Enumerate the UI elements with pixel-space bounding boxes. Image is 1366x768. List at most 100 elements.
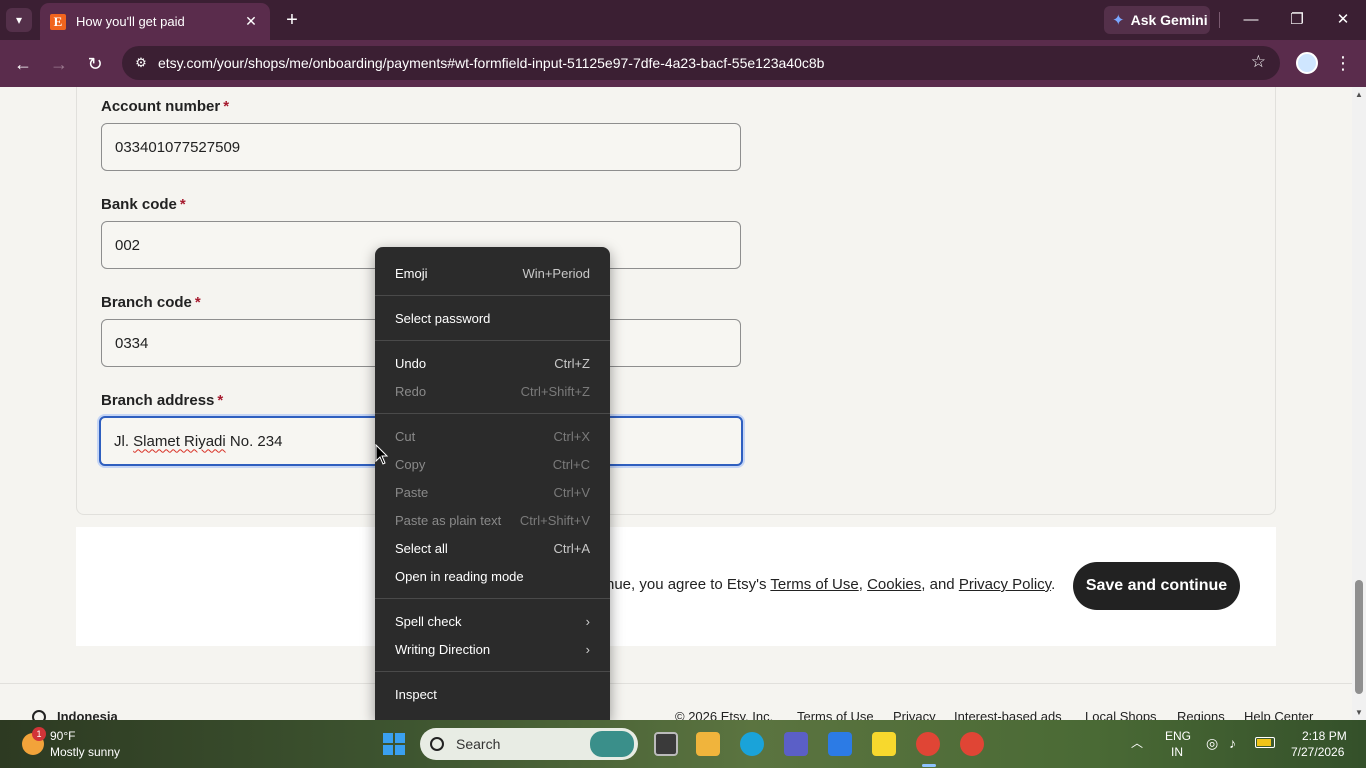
menu-shortcut: Ctrl+C <box>552 456 590 472</box>
menu-item-select-password[interactable]: Select password <box>375 304 610 332</box>
edge-browser-icon[interactable] <box>740 732 764 756</box>
branch-code-label-text: Branch code <box>101 294 192 311</box>
menu-shortcut: Ctrl+Shift+Z <box>520 383 590 399</box>
scroll-up-arrow-icon[interactable]: ▲ <box>1355 90 1363 99</box>
site-info-icon[interactable]: ⚙ <box>130 52 152 74</box>
required-marker: * <box>223 98 230 115</box>
save-and-continue-button[interactable]: Save and continue <box>1073 562 1240 610</box>
account-number-input[interactable]: 033401077527509 <box>101 123 741 171</box>
terms-of-use-link[interactable]: Terms of Use <box>770 576 858 593</box>
clock-time[interactable]: 2:18 PM <box>1302 729 1347 743</box>
required-marker: * <box>217 392 224 409</box>
start-tile <box>395 745 405 755</box>
etsy-favicon-icon: E <box>50 13 66 30</box>
footer-link-regions[interactable]: Regions <box>1177 709 1225 720</box>
sticky-notes-icon[interactable] <box>872 732 896 756</box>
maximize-window-icon[interactable]: ❐ <box>1282 8 1312 32</box>
footer-link-terms[interactable]: Terms of Use <box>797 709 874 720</box>
windows-start-icon[interactable] <box>383 733 405 755</box>
bookmark-star-icon[interactable]: ☆ <box>1251 52 1266 72</box>
account-number-label-text: Account number <box>101 98 221 115</box>
misspelled-word: Slamet Riyadi <box>133 432 226 450</box>
menu-item-paste: Paste Ctrl+V <box>375 478 610 506</box>
scroll-down-arrow-icon[interactable]: ▼ <box>1355 708 1363 717</box>
tab-title: How you'll get paid <box>76 14 185 29</box>
camera-app-icon[interactable] <box>828 732 852 756</box>
menu-item-reading-mode[interactable]: Open in reading mode <box>375 562 610 590</box>
menu-item-spell-check[interactable]: Spell check › <box>375 607 610 635</box>
cookies-link[interactable]: Cookies <box>867 576 921 593</box>
menu-label: Select password <box>395 310 491 326</box>
mouse-pointer-icon <box>375 444 389 465</box>
page-scrollbar[interactable]: ▲ ▼ <box>1352 87 1366 720</box>
footer-divider <box>0 683 1352 684</box>
chrome-profile-icon[interactable] <box>960 732 984 756</box>
branch-address-suffix: No. 234 <box>229 432 283 450</box>
region-selector[interactable]: Indonesia <box>57 709 118 720</box>
branch-address-label: Branch address * <box>101 392 223 409</box>
back-arrow-icon[interactable]: ← <box>11 52 35 76</box>
menu-separator <box>375 598 610 599</box>
taskbar-search-box[interactable]: Search <box>420 728 638 760</box>
address-bar[interactable]: ⚙ etsy.com/your/shops/me/onboarding/paym… <box>122 46 1280 80</box>
menu-label: Cut <box>395 428 416 444</box>
search-placeholder: Search <box>456 736 501 752</box>
tab-active[interactable]: E How you'll get paid ✕ <box>40 3 270 40</box>
menu-item-writing-direction[interactable]: Writing Direction › <box>375 635 610 663</box>
account-number-label: Account number * <box>101 98 229 115</box>
clock-date[interactable]: 7/27/2026 <box>1291 745 1344 759</box>
menu-item-inspect[interactable]: Inspect <box>375 680 610 708</box>
new-tab-button[interactable]: + <box>280 9 304 31</box>
input-language[interactable]: ENG <box>1165 729 1191 743</box>
forward-arrow-icon[interactable]: → <box>47 52 71 76</box>
reload-icon[interactable]: ↻ <box>83 52 107 76</box>
footer-link-local-shops[interactable]: Local Shops <box>1085 709 1157 720</box>
close-window-icon[interactable]: ✕ <box>1328 8 1358 32</box>
menu-label: Select all <box>395 540 448 556</box>
menu-item-cut: Cut Ctrl+X <box>375 422 610 450</box>
branch-address-label-text: Branch address <box>101 392 215 409</box>
submenu-chevron-icon: › <box>585 613 590 629</box>
menu-separator <box>375 340 610 341</box>
minimize-window-icon[interactable]: — <box>1236 8 1266 32</box>
comma: , <box>858 576 863 593</box>
close-tab-icon[interactable]: ✕ <box>242 13 260 30</box>
input-region[interactable]: IN <box>1171 745 1183 759</box>
footer-link-interest-ads[interactable]: Interest-based ads <box>954 709 1062 720</box>
scrollbar-thumb[interactable] <box>1355 580 1363 694</box>
menu-label: Writing Direction <box>395 641 491 657</box>
volume-icon[interactable]: ♪ <box>1229 735 1236 751</box>
required-marker: * <box>194 294 201 311</box>
footer-link-help-center[interactable]: Help Center <box>1244 709 1313 720</box>
browser-tab-bar: ▾ E How you'll get paid ✕ + ✦ Ask Gemini… <box>0 0 1366 40</box>
weather-temperature[interactable]: 90°F <box>50 729 75 743</box>
tray-overflow-chevron-icon[interactable]: ︿ <box>1131 734 1143 751</box>
menu-item-emoji[interactable]: Emoji Win+Period <box>375 259 610 287</box>
file-explorer-icon[interactable] <box>696 732 720 756</box>
profile-avatar[interactable] <box>1296 52 1318 74</box>
menu-shortcut: Win+Period <box>522 265 590 281</box>
weather-badge: 1 <box>32 727 46 741</box>
required-marker: * <box>179 196 186 213</box>
footer-link-privacy[interactable]: Privacy <box>893 709 936 720</box>
globe-icon <box>32 710 46 720</box>
search-highlight-image <box>590 731 634 757</box>
chrome-browser-icon[interactable] <box>916 732 940 756</box>
menu-label: Paste <box>395 484 429 500</box>
privacy-policy-link[interactable]: Privacy Policy <box>959 576 1051 593</box>
battery-icon[interactable] <box>1255 737 1275 748</box>
menu-separator <box>375 295 610 296</box>
weather-description[interactable]: Mostly sunny <box>50 745 120 759</box>
legal-agreement-text: nue, you agree to Etsy's Terms of Use, C… <box>606 576 1055 593</box>
tab-search-dropdown-icon[interactable]: ▾ <box>6 8 32 32</box>
network-globe-icon[interactable]: ◎ <box>1206 735 1218 752</box>
battery-level <box>1257 739 1271 746</box>
menu-label: Inspect <box>395 686 437 702</box>
url-text[interactable]: etsy.com/your/shops/me/onboarding/paymen… <box>158 55 824 71</box>
menu-item-undo[interactable]: Undo Ctrl+Z <box>375 349 610 377</box>
ask-gemini-button[interactable]: ✦ Ask Gemini <box>1104 6 1210 34</box>
menu-item-select-all[interactable]: Select all Ctrl+A <box>375 534 610 562</box>
shield-app-icon[interactable] <box>784 732 808 756</box>
task-view-icon[interactable] <box>654 732 678 756</box>
browser-menu-kebab-icon[interactable]: ⋮ <box>1334 52 1352 74</box>
